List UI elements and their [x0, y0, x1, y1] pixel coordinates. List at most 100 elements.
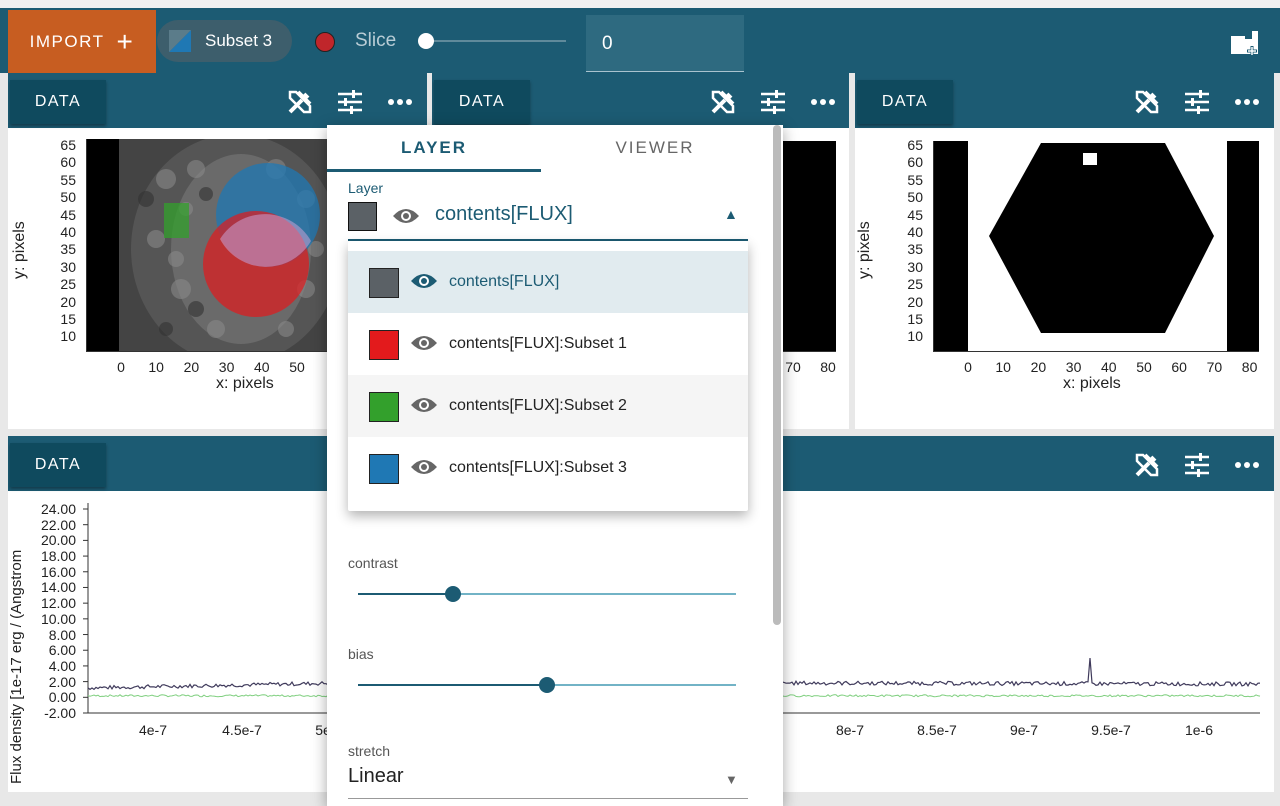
more-options-icon[interactable] [1234, 97, 1260, 107]
viewer-tools [1134, 452, 1260, 478]
visibility-eye-icon[interactable] [410, 396, 438, 414]
tools-icon[interactable] [1134, 452, 1160, 478]
subset-selector[interactable]: Subset 3 [157, 20, 292, 62]
tick-label: 60 [907, 154, 923, 171]
tick-label: 6.00 [48, 642, 76, 659]
stretch-select[interactable]: Linear [348, 765, 404, 788]
tick-label: -2.00 [44, 705, 76, 721]
data-button[interactable]: DATA [10, 80, 106, 124]
layer-color-swatch[interactable] [369, 392, 399, 422]
slice-marker-icon [315, 32, 335, 52]
visibility-eye-icon[interactable] [392, 207, 420, 225]
layer-option-label: contents[FLUX]:Subset 2 [449, 397, 627, 414]
stretch-underline [348, 798, 748, 799]
tick-label: 55 [907, 171, 923, 188]
slice-slider-track[interactable] [426, 40, 566, 42]
tick-label: 12.00 [40, 595, 76, 612]
tick-label: 80 [820, 359, 836, 375]
data-button[interactable]: DATA [434, 80, 530, 124]
visibility-eye-icon[interactable] [410, 334, 438, 352]
tick-label: 4e-7 [138, 722, 168, 738]
image-plot-right[interactable] [933, 141, 1259, 351]
import-label: IMPORT [29, 31, 105, 51]
tick-label: 20.00 [40, 532, 76, 549]
layer-option[interactable]: contents[FLUX]:Subset 1 [348, 313, 748, 375]
viewer-tools [1134, 89, 1260, 115]
visibility-eye-icon[interactable] [410, 458, 438, 476]
chevron-up-icon[interactable]: ▲ [724, 206, 738, 222]
subset-shape-icon [169, 30, 191, 52]
slice-value-input[interactable]: 0 ▲▼ [586, 15, 744, 72]
tools-icon[interactable] [1134, 89, 1160, 115]
slice-slider-thumb[interactable] [418, 33, 434, 49]
layer-option-label: contents[FLUX] [449, 273, 560, 290]
tick-label: 45 [907, 206, 923, 223]
layer-option[interactable]: contents[FLUX]:Subset 2 [348, 375, 748, 437]
layer-color-swatch[interactable] [369, 268, 399, 298]
layer-color-swatch[interactable] [348, 202, 377, 231]
visibility-eye-icon[interactable] [410, 272, 438, 290]
data-button-label: DATA [458, 93, 506, 110]
more-options-icon[interactable] [387, 97, 413, 107]
data-button[interactable]: DATA [857, 80, 953, 124]
add-viewer-icon[interactable] [1228, 28, 1262, 58]
x-axis-line [86, 351, 328, 352]
stretch-label: stretch [348, 743, 391, 759]
tick-label: 55 [60, 171, 76, 188]
y-axis-line [86, 139, 87, 351]
tick-label: 9e-7 [1009, 722, 1039, 738]
settings-sliders-icon[interactable] [1184, 453, 1210, 477]
data-button-label: DATA [34, 93, 82, 110]
slice-label: Slice [355, 30, 397, 51]
layer-option[interactable]: contents[FLUX]:Subset 3 [348, 437, 748, 499]
viewer-tools [287, 89, 413, 115]
image-plot-middle[interactable] [782, 141, 836, 351]
tab-layer[interactable]: LAYER [327, 125, 541, 171]
tick-label: 45 [60, 206, 76, 223]
settings-sliders-icon[interactable] [1184, 90, 1210, 114]
settings-sliders-icon[interactable] [760, 90, 786, 114]
contrast-slider-thumb[interactable] [444, 586, 461, 602]
selected-layer-label: contents[FLUX] [435, 203, 573, 225]
contrast-label: contrast [348, 555, 398, 571]
tab-viewer[interactable]: VIEWER [541, 125, 769, 171]
top-strip [0, 0, 1280, 8]
bias-slider-thumb[interactable] [539, 677, 555, 693]
more-options-icon[interactable] [810, 97, 836, 107]
layer-option[interactable]: contents[FLUX] [348, 251, 748, 313]
y-axis-label: y: pixels [11, 221, 28, 279]
import-button[interactable]: IMPORT + [8, 10, 156, 73]
tick-label: 80 [1241, 359, 1258, 375]
image-viewer-right: DATA 65 60 55 50 45 40 35 30 25 20 15 10 0 10 20 30 40 5… [855, 73, 1274, 429]
data-button-label: DATA [34, 456, 82, 473]
image-plot-left[interactable] [86, 139, 328, 351]
settings-sliders-icon[interactable] [337, 90, 363, 114]
tick-label: 0.00 [48, 689, 76, 706]
y-axis-label: y: pixels [856, 221, 873, 279]
tick-label: 24.00 [40, 501, 76, 517]
layer-select[interactable]: contents[FLUX] ▲ [348, 195, 748, 241]
tick-label: 18.00 [40, 548, 76, 565]
panel-scrollbar[interactable] [773, 125, 781, 625]
tick-label: 8.00 [48, 626, 76, 643]
y-axis-line [933, 141, 934, 351]
tick-label: 50 [60, 189, 76, 206]
tools-icon[interactable] [287, 89, 313, 115]
slice-value: 0 [602, 33, 613, 54]
layer-option-label: contents[FLUX]:Subset 1 [449, 335, 627, 352]
layer-color-swatch[interactable] [369, 454, 399, 484]
y-axis-label: Flux density [1e-17 erg / (Angstrom [8, 549, 25, 784]
bias-slider-fill [358, 684, 547, 686]
tick-label: 8e-7 [835, 722, 865, 738]
tick-label: 65 [60, 137, 76, 153]
data-button-label: DATA [881, 93, 929, 110]
tools-icon[interactable] [710, 89, 736, 115]
tick-label: 4.00 [48, 657, 76, 674]
tick-label: 22.00 [40, 516, 76, 533]
tick-label: 8.5e-7 [917, 722, 957, 738]
chevron-down-icon[interactable]: ▼ [725, 772, 738, 787]
data-button[interactable]: DATA [10, 443, 106, 487]
more-options-icon[interactable] [1234, 460, 1260, 470]
layer-color-swatch[interactable] [369, 330, 399, 360]
x-axis-label: x: pixels [1063, 375, 1121, 392]
